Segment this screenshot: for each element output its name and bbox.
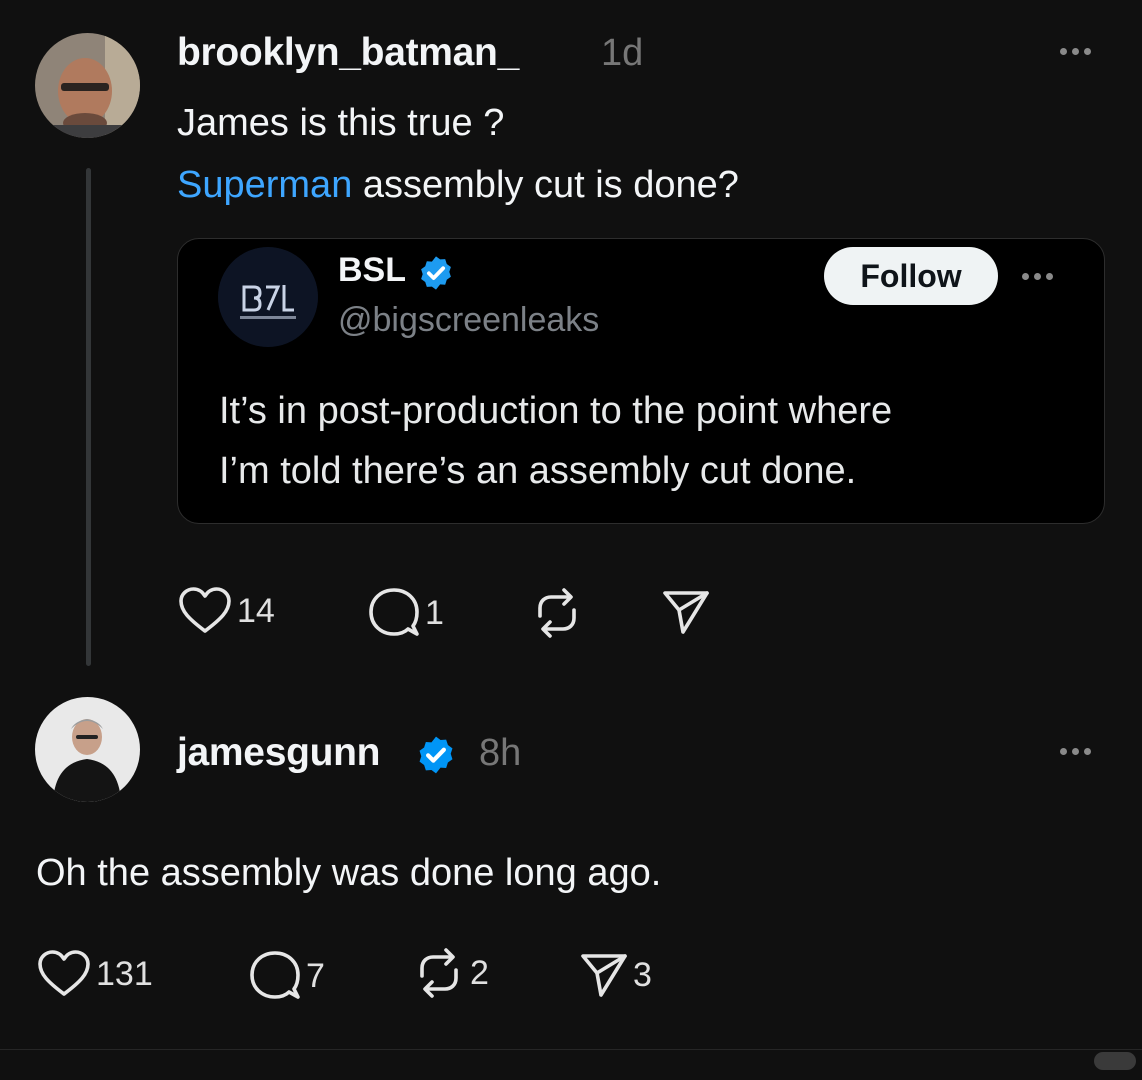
verified-badge-icon [415,734,457,781]
repost-button[interactable] [530,586,584,640]
avatar-jamesgunn[interactable] [35,697,140,802]
speech-bubble-icon [369,588,419,636]
like-button[interactable]: 131 [36,949,153,999]
heart-icon [38,950,90,996]
quoted-name[interactable]: BSL [338,251,406,290]
more-options-icon[interactable] [1060,48,1091,55]
reply-button[interactable]: 7 [248,949,325,1003]
repost-icon [538,588,576,638]
share-count: 3 [633,955,652,994]
paper-plane-icon [663,591,709,634]
paper-plane-icon [581,954,627,997]
reply-text: Oh the assembly was done long ago. [36,852,662,894]
avatar-brooklyn-batman[interactable] [35,33,140,138]
quoted-post-card[interactable]: BSL @bigscreenleaks Follow It’s in post-… [177,238,1105,524]
thread-line [86,168,91,666]
reply-username[interactable]: jamesgunn [177,731,380,775]
follow-button[interactable]: Follow [824,247,998,305]
heart-icon [179,587,231,633]
quoted-handle[interactable]: @bigscreenleaks [338,301,599,340]
reply-button[interactable]: 1 [367,586,444,640]
reply-timestamp: 8h [479,732,522,774]
reply-count: 1 [425,593,444,632]
post-timestamp: 1d [601,32,644,74]
bsl-avatar[interactable] [218,247,318,347]
share-button[interactable]: 3 [579,951,652,999]
more-options-icon[interactable] [1022,273,1053,280]
like-button[interactable]: 14 [177,586,275,636]
reply-count: 7 [306,956,325,995]
post-username[interactable]: brooklyn_batman_ [177,31,519,75]
repost-button[interactable]: 2 [412,946,489,1000]
more-options-icon[interactable] [1060,748,1091,755]
post-text-line1: James is this true ? [177,102,505,144]
speech-bubble-icon [250,951,300,999]
divider [0,1049,1142,1050]
watermark-badge [1094,1052,1136,1070]
repost-icon [420,948,458,998]
post-text-line2: Superman assembly cut is done? [177,164,739,206]
verified-badge-icon [417,254,455,297]
like-count: 14 [237,591,275,630]
like-count: 131 [96,954,153,993]
repost-count: 2 [470,953,489,992]
quoted-text: It’s in post-production to the point whe… [219,390,893,492]
mention-link[interactable]: Superman [177,164,352,206]
share-button[interactable] [661,588,711,636]
